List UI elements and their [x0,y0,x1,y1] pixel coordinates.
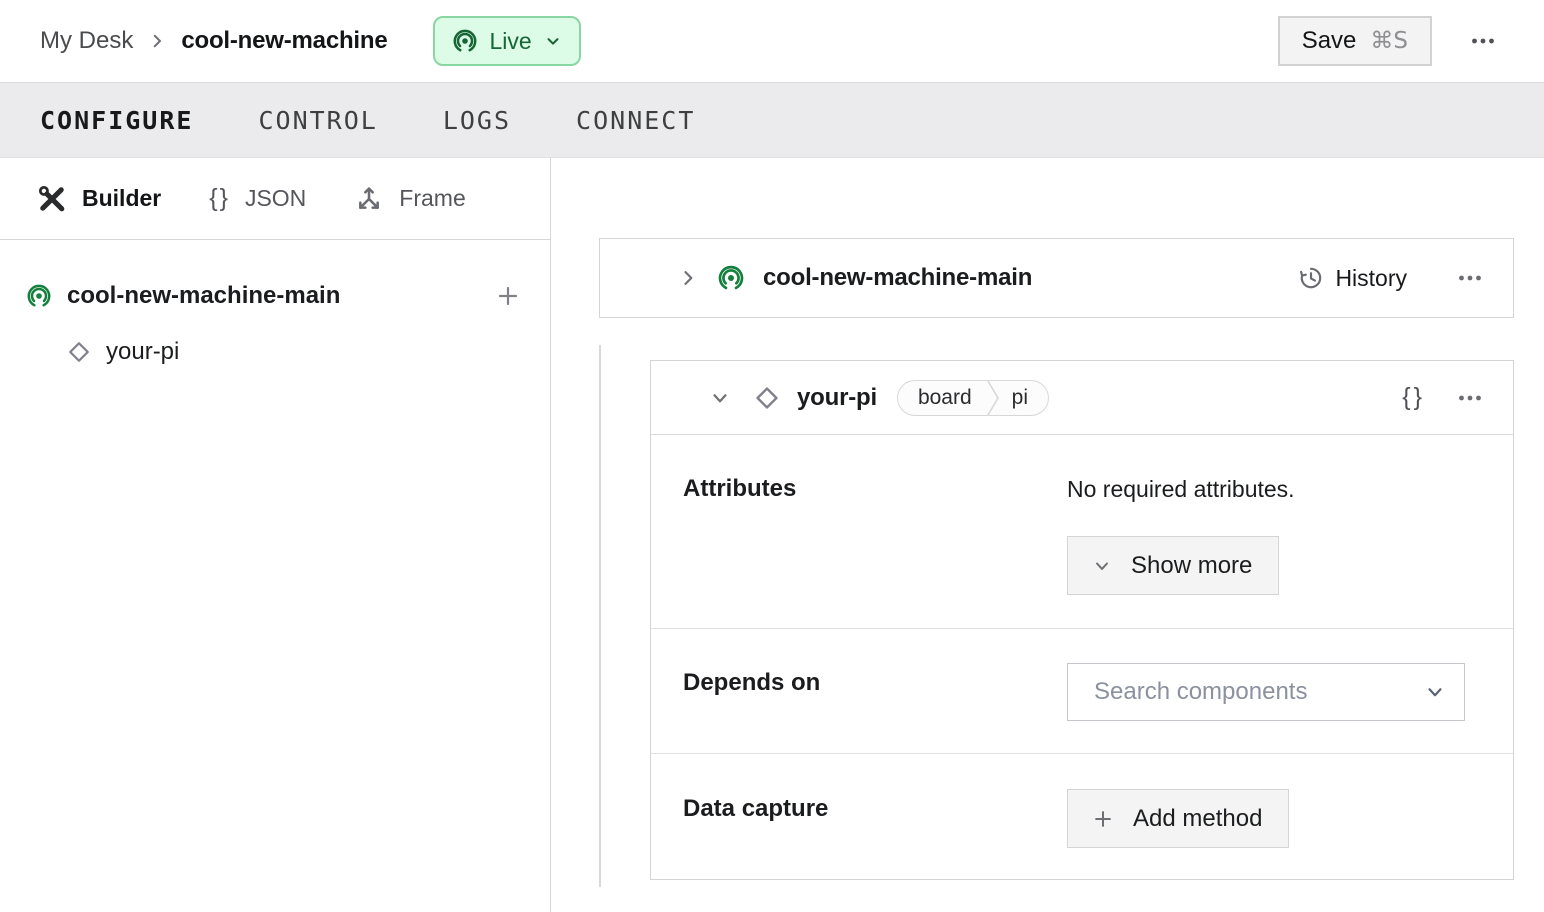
machine-part-card: cool-new-machine-main History [599,238,1514,318]
depends-on-placeholder: Search components [1094,678,1308,705]
live-status-dropdown[interactable]: Live [432,16,581,66]
tree-item-machine-part-label: cool-new-machine-main [67,282,341,309]
tree-connector-line [599,345,601,887]
history-button[interactable]: History [1298,265,1407,292]
save-shortcut-hint: ⌘S [1370,28,1408,54]
component-overflow-menu-button[interactable] [1453,381,1487,415]
attributes-section: Attributes No required attributes. Show … [651,435,1513,629]
chevron-down-icon [1092,556,1112,576]
sidebar-mode-tabs: Builder {} JSON Frame [0,158,550,240]
live-status-label: Live [489,27,532,54]
part-card-title: cool-new-machine-main [763,264,1033,291]
add-method-label: Add method [1133,804,1263,832]
mode-tab-frame-label: Frame [399,185,466,211]
depends-on-select[interactable]: Search components [1067,663,1465,721]
configure-sidebar: Builder {} JSON Frame cool-new-machine-m… [0,158,551,912]
component-title: your-pi [797,383,877,411]
save-button[interactable]: Save ⌘S [1277,16,1432,66]
chevron-right-icon [148,32,166,50]
depends-on-section: Depends on Search components [651,629,1513,754]
tab-configure[interactable]: CONFIGURE [40,106,193,135]
data-capture-label: Data capture [683,795,829,822]
tab-control[interactable]: CONTROL [258,106,377,135]
diamond-icon [66,339,92,365]
tree-item-machine-part[interactable]: cool-new-machine-main [0,268,550,324]
machine-config-page: My Desk cool-new-machine Live Save ⌘S CO… [0,0,1544,912]
save-button-label: Save [1301,27,1357,54]
broadcast-icon [452,28,478,54]
chip-divider-chevron [986,380,999,415]
history-button-label: History [1335,264,1407,291]
history-clock-icon [1298,265,1324,291]
configure-main-panel: cool-new-machine-main History your-pi bo… [551,158,1544,912]
mode-tab-json[interactable]: {} JSON [209,184,306,213]
mode-tab-json-label: JSON [244,185,307,211]
machine-overflow-menu-button[interactable] [1466,24,1500,58]
breadcrumb-current: cool-new-machine [181,27,388,54]
show-more-button[interactable]: Show more [1067,536,1279,595]
diamond-icon [753,384,781,412]
frame-axes-icon [354,184,384,214]
depends-on-label: Depends on [683,669,821,696]
part-card-collapse-toggle[interactable] [678,268,698,288]
show-more-label: Show more [1131,551,1253,579]
component-card-your-pi: your-pi board pi {} Attributes No requir… [650,360,1514,880]
tab-connect[interactable]: CONNECT [576,106,695,135]
component-type-chip: board pi [896,379,1050,416]
chevron-down-icon [1428,688,1442,697]
breadcrumb: My Desk cool-new-machine [40,27,388,55]
component-tree: cool-new-machine-main your-pi [0,240,550,380]
breadcrumb-parent-link[interactable]: My Desk [40,27,133,55]
add-method-button[interactable]: Add method [1067,789,1289,848]
mode-tab-builder[interactable]: Builder [37,184,161,214]
component-model: pi [1011,385,1029,409]
component-collapse-toggle[interactable] [709,387,731,409]
data-capture-section: Data capture Add method [651,754,1513,879]
plus-icon [1092,808,1114,830]
tab-logs[interactable]: LOGS [443,106,511,135]
tree-item-your-pi[interactable]: your-pi [0,324,550,380]
broadcast-icon [717,264,745,292]
mode-tab-frame[interactable]: Frame [354,184,466,214]
top-bar: My Desk cool-new-machine Live Save ⌘S [0,0,1544,82]
attributes-empty-text: No required attributes. [1067,476,1295,502]
part-card-overflow-menu-button[interactable] [1453,261,1487,295]
braces-icon: {} [209,184,230,212]
tree-item-your-pi-label: your-pi [106,338,180,365]
component-json-view-button[interactable]: {} [1402,383,1425,412]
crossed-tools-icon [37,184,67,214]
broadcast-icon [26,283,52,309]
page-body: Builder {} JSON Frame cool-new-machine-m… [0,158,1544,912]
machine-tab-bar: CONFIGURE CONTROL LOGS CONNECT [0,82,1544,158]
component-type: board [917,385,972,409]
mode-tab-builder-label: Builder [82,185,162,211]
attributes-label: Attributes [683,475,797,502]
add-component-button[interactable] [496,284,520,308]
chevron-down-icon [544,32,562,50]
component-card-header: your-pi board pi {} [651,361,1513,435]
